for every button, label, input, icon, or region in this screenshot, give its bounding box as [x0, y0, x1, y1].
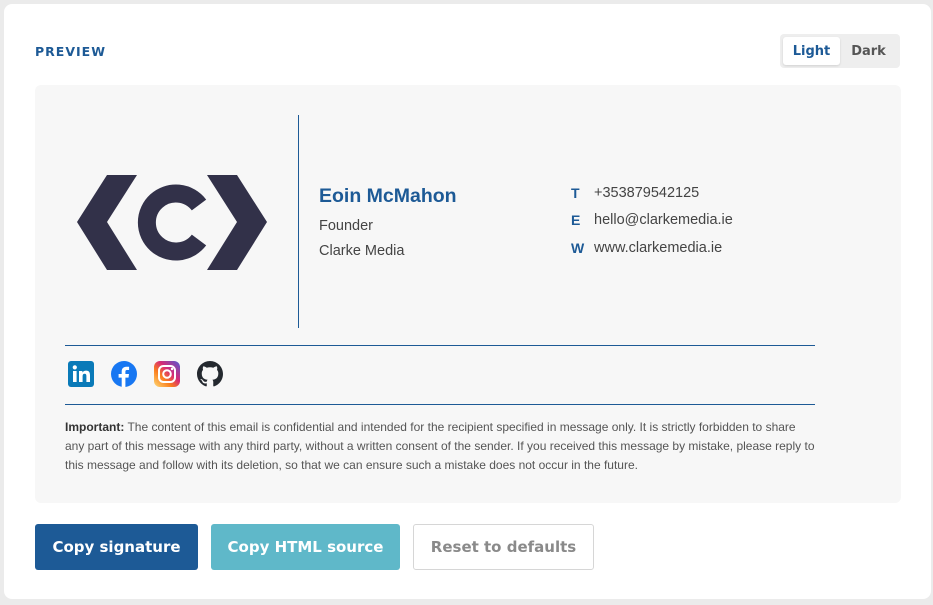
linkedin-icon[interactable]: [68, 361, 94, 387]
contact-phone-key: T: [571, 185, 580, 201]
disclaimer-label: Important:: [65, 420, 125, 434]
social-icons: [68, 361, 223, 387]
signature-divider-bottom: [65, 404, 815, 405]
signature-card: PREVIEW Light Dark Eoin McMahon Founder …: [4, 4, 931, 599]
reset-defaults-button[interactable]: Reset to defaults: [413, 524, 594, 570]
signature-divider-top: [65, 345, 815, 346]
signature-divider-vertical: [298, 115, 299, 328]
signature-company: Clarke Media: [319, 243, 405, 259]
contact-email: E hello@clarkemedia.ie: [571, 212, 733, 228]
theme-toggle: Light Dark: [780, 34, 900, 68]
disclaimer-text: Important: The content of this email is …: [65, 418, 817, 475]
contact-website: W www.clarkemedia.ie: [571, 240, 722, 256]
facebook-icon[interactable]: [111, 361, 137, 387]
contact-email-key: E: [571, 212, 581, 228]
copy-html-source-button[interactable]: Copy HTML source: [211, 524, 400, 570]
copy-signature-button[interactable]: Copy signature: [35, 524, 198, 570]
contact-website-value: www.clarkemedia.ie: [594, 240, 723, 256]
signature-name: Eoin McMahon: [319, 185, 457, 207]
contact-phone-value: +353879542125: [594, 185, 700, 201]
signature-preview: Eoin McMahon Founder Clarke Media T +353…: [35, 85, 901, 503]
signature-role: Founder: [319, 218, 374, 234]
theme-light-button[interactable]: Light: [783, 37, 840, 65]
github-icon[interactable]: [197, 361, 223, 387]
contact-website-key: W: [571, 240, 585, 256]
preview-label: PREVIEW: [35, 44, 106, 59]
instagram-icon[interactable]: [154, 361, 180, 387]
clarke-media-logo: [77, 175, 267, 270]
theme-dark-button[interactable]: Dark: [840, 37, 897, 65]
contact-phone: T +353879542125: [571, 185, 699, 201]
disclaimer-body: The content of this email is confidentia…: [65, 420, 815, 472]
contact-email-value: hello@clarkemedia.ie: [594, 212, 733, 228]
